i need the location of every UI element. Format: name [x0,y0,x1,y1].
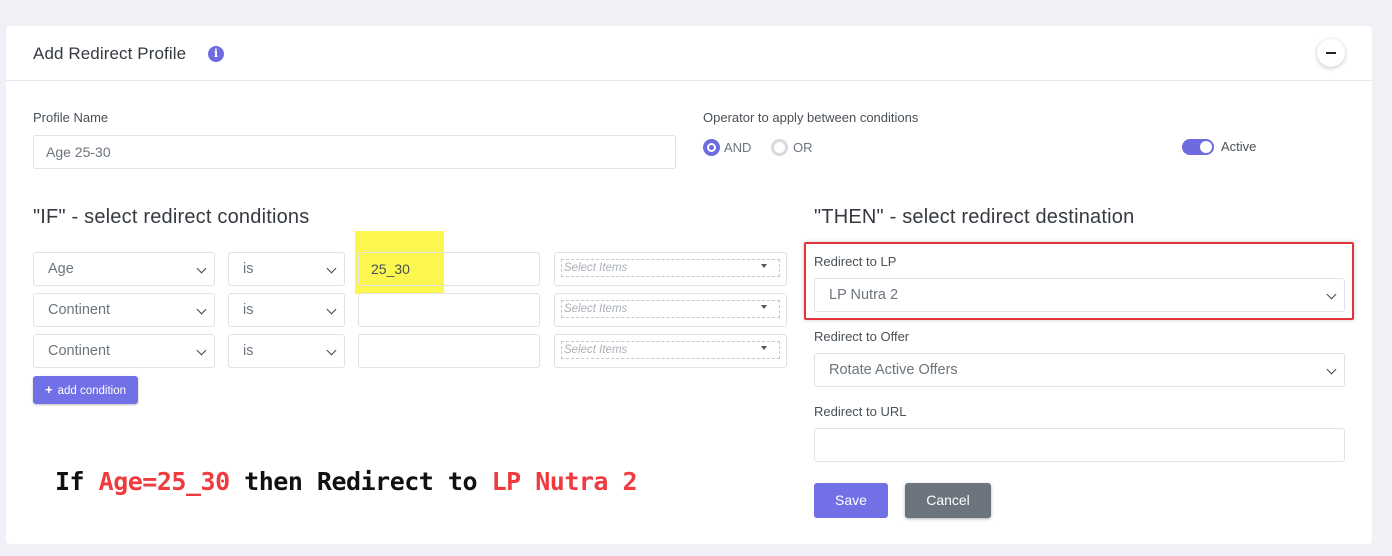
redirect-offer-label: Redirect to Offer [814,329,910,344]
conditions-title: "IF" - select redirect conditions [33,206,310,228]
add-condition-button[interactable]: + add condition [33,376,138,404]
chevron-down-icon [1326,289,1337,300]
redirect-url-input[interactable] [814,428,1345,462]
chevron-down-icon [1326,364,1337,375]
condition-value-input[interactable] [358,293,540,327]
collapse-button[interactable] [1317,39,1345,67]
add-condition-label: add condition [57,385,126,397]
condition-field-select[interactable]: Age [33,252,215,286]
condition-field-select[interactable]: Continent [33,293,215,327]
condition-operator-select[interactable]: is [228,334,345,368]
chevron-down-icon [196,345,207,356]
caret-down-icon [761,264,767,268]
operator-or-radio[interactable] [771,139,788,156]
chevron-down-icon [326,304,337,315]
destination-title: "THEN" - select redirect destination [814,206,1135,228]
cancel-button[interactable]: Cancel [905,483,991,518]
redirect-lp-select[interactable]: LP Nutra 2 [814,278,1345,312]
redirect-offer-value: Rotate Active Offers [829,362,958,378]
page-title: Add Redirect Profile [33,44,187,63]
redirect-url-label: Redirect to URL [814,404,907,419]
items-placeholder: Select Items [561,259,780,277]
redirect-lp-value: LP Nutra 2 [829,287,899,303]
plus-icon: + [44,382,53,397]
redirect-offer-select[interactable]: Rotate Active Offers [814,353,1345,387]
condition-field-select[interactable]: Continent [33,334,215,368]
chevron-down-icon [196,304,207,315]
condition-operator-value: is [243,302,254,318]
profile-name-input[interactable]: Age 25-30 [33,135,676,169]
condition-items-select[interactable]: Select Items [554,293,787,327]
add-redirect-profile-card: Add Redirect Profile i Profile Name Age … [6,26,1372,544]
condition-operator-select[interactable]: is [228,252,345,286]
card-header: Add Redirect Profile i [6,26,1372,81]
chevron-down-icon [326,345,337,356]
condition-value-input[interactable]: 25_30 [358,252,540,286]
chevron-down-icon [196,263,207,274]
operator-or-label: OR [793,140,813,155]
condition-items-select[interactable]: Select Items [554,252,787,286]
active-toggle[interactable] [1182,139,1214,155]
caret-down-icon [761,305,767,309]
condition-field-value: Continent [48,343,111,359]
condition-field-value: Continent [48,302,111,318]
condition-field-value: Age [48,261,74,277]
info-icon[interactable]: i [208,46,224,62]
active-label: Active [1221,139,1257,154]
operator-and-label: AND [724,140,752,155]
save-button[interactable]: Save [814,483,888,518]
operator-label: Operator to apply between conditions [703,110,919,125]
items-placeholder: Select Items [561,300,780,318]
condition-value-input[interactable] [358,334,540,368]
chevron-down-icon [326,263,337,274]
caret-down-icon [761,346,767,350]
items-placeholder: Select Items [561,341,780,359]
condition-items-select[interactable]: Select Items [554,334,787,368]
operator-and-radio[interactable] [703,139,720,156]
condition-operator-select[interactable]: is [228,293,345,327]
condition-operator-value: is [243,343,254,359]
annotation-caption: If Age=25_30 then Redirect to LP Nutra 2 [55,467,638,496]
redirect-lp-label: Redirect to LP [814,254,897,269]
profile-name-label: Profile Name [33,110,109,125]
condition-operator-value: is [243,261,254,277]
